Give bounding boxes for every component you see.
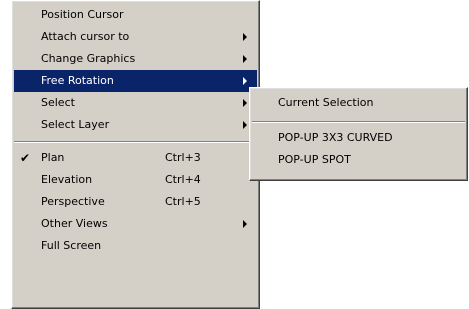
menu-separator: [252, 121, 465, 123]
menu-item-select[interactable]: Select: [12, 92, 259, 114]
submenu-arrow-icon: [243, 220, 247, 228]
menu-item-label: Current Selection: [278, 96, 374, 109]
menu-item-perspective[interactable]: Perspective Ctrl+5: [12, 191, 259, 213]
submenu-arrow-icon: [243, 55, 247, 63]
submenu-item-popup-3x3-curved[interactable]: POP-UP 3X3 CURVED: [250, 127, 467, 149]
menu-item-label: Change Graphics: [41, 52, 136, 65]
submenu-arrow-icon: [243, 77, 247, 85]
menu-item-shortcut: Ctrl+3: [165, 151, 201, 164]
free-rotation-submenu: Current Selection POP-UP 3X3 CURVED POP-…: [249, 87, 468, 181]
menu-item-select-layer[interactable]: Select Layer: [12, 114, 259, 136]
checkmark-icon: ✔: [20, 151, 31, 165]
menu-item-other-views[interactable]: Other Views: [12, 213, 259, 235]
menu-item-label: Free Rotation: [41, 74, 114, 87]
menu-item-plan[interactable]: ✔ Plan Ctrl+3: [12, 147, 259, 169]
menu-item-label: Select Layer: [41, 118, 110, 131]
submenu-item-popup-spot[interactable]: POP-UP SPOT: [250, 149, 467, 171]
context-menu: Position Cursor Attach cursor to Change …: [11, 0, 260, 309]
submenu-arrow-icon: [243, 121, 247, 129]
menu-item-position-cursor[interactable]: Position Cursor: [12, 4, 259, 26]
menu-item-label: Elevation: [41, 173, 93, 186]
menu-item-label: Attach cursor to: [41, 30, 130, 43]
menu-item-label: POP-UP 3X3 CURVED: [278, 131, 393, 144]
menu-item-attach-cursor-to[interactable]: Attach cursor to: [12, 26, 259, 48]
menu-item-label: Position Cursor: [41, 8, 124, 21]
submenu-arrow-icon: [243, 33, 247, 41]
menu-item-elevation[interactable]: Elevation Ctrl+4: [12, 169, 259, 191]
menu-item-change-graphics[interactable]: Change Graphics: [12, 48, 259, 70]
menu-item-label: Perspective: [41, 195, 105, 208]
submenu-item-current-selection[interactable]: Current Selection: [250, 90, 467, 116]
menu-item-free-rotation[interactable]: Free Rotation: [14, 70, 257, 92]
menu-item-full-screen[interactable]: Full Screen: [12, 235, 259, 257]
menu-item-label: Plan: [41, 151, 65, 164]
submenu-arrow-icon: [243, 99, 247, 107]
menu-item-shortcut: Ctrl+5: [165, 195, 201, 208]
menu-item-label: POP-UP SPOT: [278, 153, 351, 166]
menu-item-label: Select: [41, 96, 75, 109]
menu-separator: [14, 141, 257, 143]
menu-item-shortcut: Ctrl+4: [165, 173, 201, 186]
menu-item-label: Other Views: [41, 217, 108, 230]
menu-item-label: Full Screen: [41, 239, 102, 252]
